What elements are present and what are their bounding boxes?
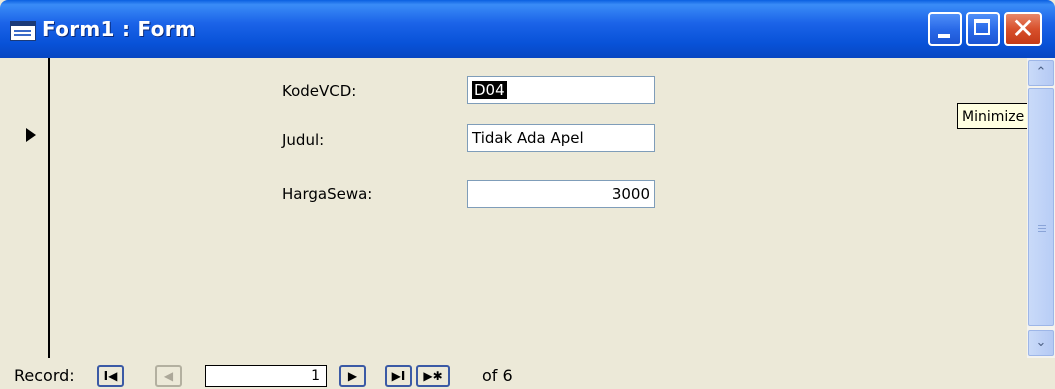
minimize-tooltip: Minimize xyxy=(957,103,1030,129)
record-selector[interactable] xyxy=(8,58,50,358)
scroll-down-button[interactable]: ⌄ xyxy=(1028,330,1054,356)
scroll-up-button[interactable]: ⌃ xyxy=(1028,60,1054,86)
judul-field[interactable]: Tidak Ada Apel xyxy=(467,124,655,152)
total-records: 6 xyxy=(502,366,513,385)
window-title: Form1 : Form xyxy=(42,17,197,41)
form-icon[interactable] xyxy=(10,21,36,41)
kodevcd-field[interactable]: D04 xyxy=(467,76,655,104)
last-record-button[interactable]: ▶I xyxy=(385,365,412,387)
first-record-button[interactable]: I◀ xyxy=(97,365,124,387)
close-button[interactable]: ✕ xyxy=(1004,12,1042,46)
new-record-button[interactable]: ▶✱ xyxy=(416,365,450,387)
maximize-button[interactable] xyxy=(966,12,1000,46)
of-label: of xyxy=(482,366,498,385)
previous-record-button[interactable]: ◀ xyxy=(155,365,182,387)
record-count: of 6 xyxy=(482,366,513,385)
vertical-scrollbar[interactable]: ⌃ ⌄ xyxy=(1027,58,1055,358)
hargasewa-field[interactable]: 3000 xyxy=(467,180,655,208)
judul-label: Judul: xyxy=(282,131,325,149)
scroll-thumb[interactable] xyxy=(1028,88,1054,326)
record-navigation-bar: Record: I◀ ◀ 1 ▶ ▶I ▶✱ of 6 xyxy=(0,361,1055,389)
minimize-button[interactable] xyxy=(928,12,962,46)
hargasewa-label: HargaSewa: xyxy=(282,185,373,203)
maximize-icon xyxy=(974,19,990,35)
current-record-icon xyxy=(26,128,36,142)
title-bar[interactable]: Form1 : Form ✕ xyxy=(0,0,1055,58)
kodevcd-value: D04 xyxy=(472,81,507,99)
close-icon: ✕ xyxy=(1011,12,1035,45)
grip-icon xyxy=(1038,225,1046,226)
form-window: Form1 : Form ✕ KodeVCD: D04 Judul: Tidak… xyxy=(0,0,1055,389)
kodevcd-label: KodeVCD: xyxy=(282,82,357,100)
record-number-input[interactable]: 1 xyxy=(205,365,327,387)
minimize-icon xyxy=(938,34,950,38)
record-label: Record: xyxy=(14,366,75,385)
next-record-button[interactable]: ▶ xyxy=(339,365,366,387)
